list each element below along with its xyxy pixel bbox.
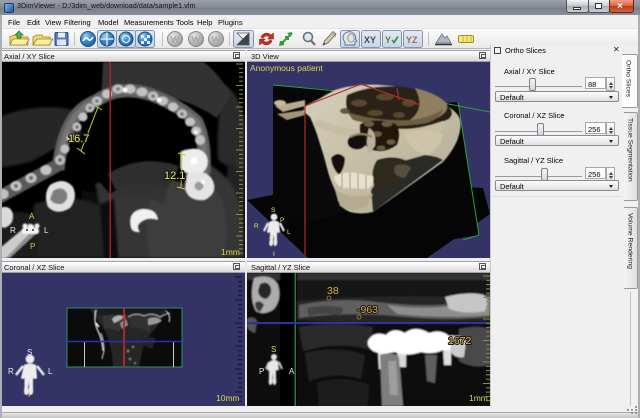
svg-text:L: L	[44, 226, 49, 235]
svg-text:R: R	[8, 367, 14, 376]
svg-text:P: P	[259, 367, 264, 376]
svg-text:R: R	[254, 223, 259, 230]
svg-text:R: R	[10, 226, 16, 235]
svg-text:1672: 1672	[448, 335, 472, 347]
svg-text:38: 38	[327, 285, 339, 297]
svg-text:A: A	[269, 234, 274, 241]
svg-text:A: A	[289, 367, 295, 376]
svg-text:Anonymous patient: Anonymous patient	[250, 63, 323, 73]
svg-text:1mm: 1mm	[221, 247, 240, 257]
svg-text:Y: Y	[385, 35, 391, 45]
svg-text:A: A	[29, 212, 35, 221]
svg-text:P: P	[280, 217, 284, 224]
svg-text:S: S	[27, 348, 32, 357]
svg-text:L: L	[48, 367, 53, 376]
svg-text:S: S	[271, 345, 276, 354]
svg-text:1mm: 1mm	[469, 393, 488, 403]
svg-text:XY: XY	[364, 35, 376, 45]
svg-text:S: S	[271, 207, 276, 214]
svg-text:P: P	[30, 242, 35, 251]
svg-text:I: I	[273, 251, 275, 258]
svg-text:12.1: 12.1	[164, 170, 185, 182]
svg-text:L: L	[287, 229, 291, 236]
svg-text:YZ: YZ	[406, 35, 418, 45]
svg-text:10mm: 10mm	[216, 393, 240, 403]
svg-text:I: I	[28, 390, 30, 399]
svg-text:-963: -963	[357, 304, 378, 316]
svg-text:16.7: 16.7	[68, 133, 89, 145]
